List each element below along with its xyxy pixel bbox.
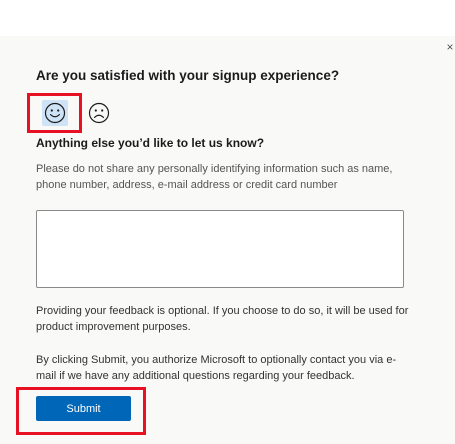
privacy-note: Please do not share any personally ident…: [36, 163, 393, 191]
frown-face-icon: [88, 102, 110, 124]
feedback-question: Are you satisfied with your signup exper…: [36, 68, 340, 83]
feedback-textarea[interactable]: [36, 210, 404, 288]
submit-highlight-box: [16, 387, 146, 435]
optional-note: Providing your feedback is optional. If …: [36, 305, 409, 333]
close-button[interactable]: ×: [443, 40, 455, 54]
close-icon: ×: [446, 40, 454, 54]
comments-heading: Anything else you’d like to let us know?: [36, 136, 265, 150]
consent-note: By clicking Submit, you authorize Micros…: [36, 354, 397, 382]
face-highlight-box: [27, 93, 82, 133]
frown-face-button[interactable]: [86, 100, 112, 126]
